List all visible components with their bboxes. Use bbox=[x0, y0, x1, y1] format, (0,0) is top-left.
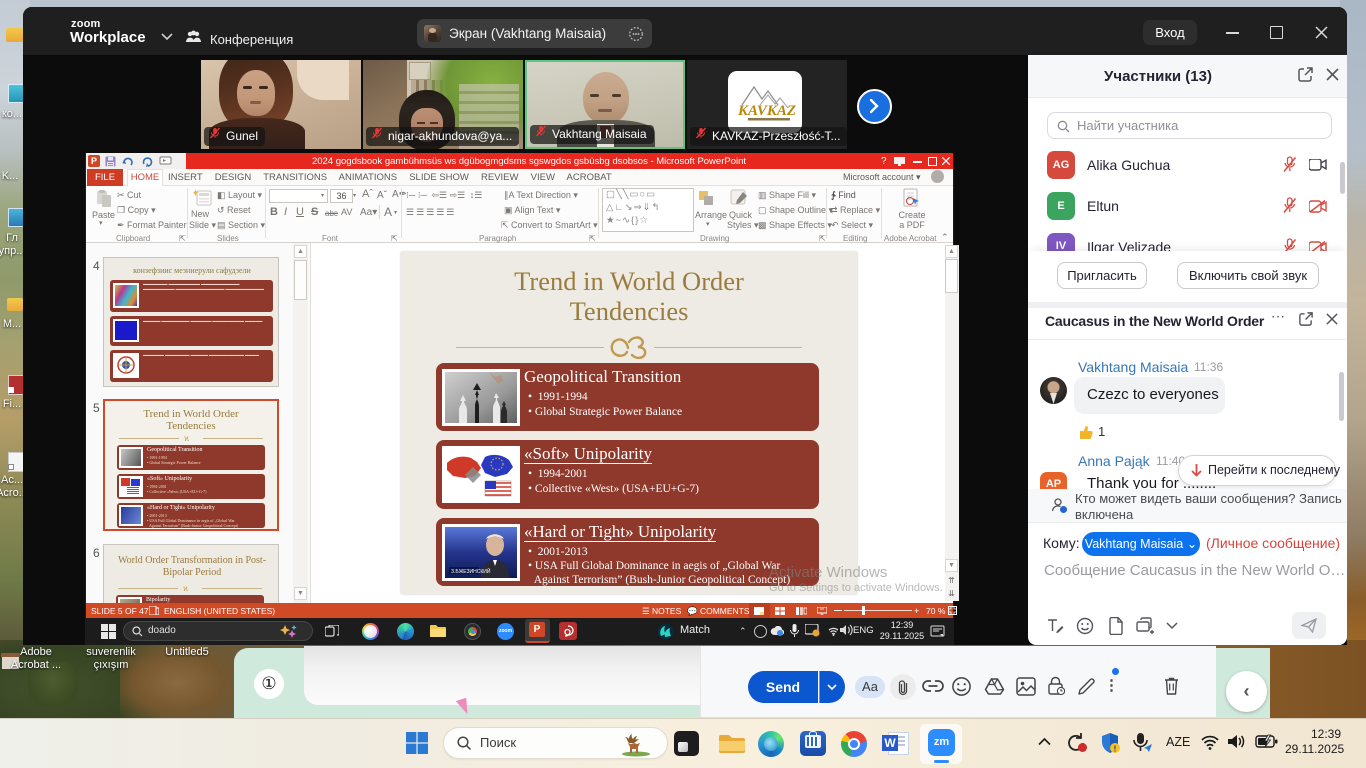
svg-text:KAVKAZ: KAVKAZ bbox=[737, 103, 796, 119]
svg-text:!: ! bbox=[1114, 745, 1117, 754]
svg-text:З.БЖЕЗИНСКИЙ: З.БЖЕЗИНСКИЙ bbox=[451, 567, 491, 575]
